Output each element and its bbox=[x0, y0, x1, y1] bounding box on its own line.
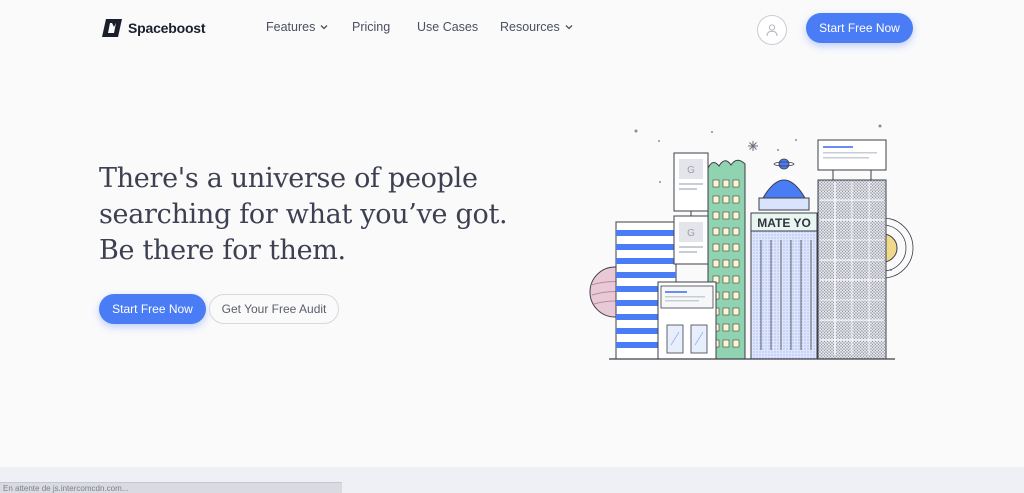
chevron-down-icon bbox=[320, 25, 328, 30]
hero-headline-line-2: searching for what you’ve got. bbox=[99, 199, 508, 230]
brand-name: Spaceboost bbox=[128, 20, 206, 36]
nav-resources-label: Resources bbox=[500, 20, 560, 34]
nav-resources[interactable]: Resources bbox=[500, 20, 573, 34]
search-card-top: G bbox=[673, 152, 709, 218]
card-letter: G bbox=[687, 228, 695, 239]
nav-pricing[interactable]: Pricing bbox=[352, 20, 390, 34]
chevron-down-icon bbox=[565, 25, 573, 30]
hero-start-free-button[interactable]: Start Free Now bbox=[99, 294, 206, 324]
spaceboost-logo-icon bbox=[102, 19, 122, 37]
building-dome: MATE YO bbox=[750, 158, 818, 360]
building-white bbox=[657, 281, 717, 360]
nav-pricing-label: Pricing bbox=[352, 20, 391, 34]
nav-use-cases-label: Use Cases bbox=[417, 20, 479, 34]
free-audit-button[interactable]: Get Your Free Audit bbox=[209, 294, 339, 324]
billboard-text: MATE YO bbox=[757, 216, 811, 230]
city-illustration: G G MATE YO bbox=[589, 124, 914, 360]
card-letter: G bbox=[687, 165, 695, 176]
nav-features-label: Features bbox=[266, 20, 316, 34]
hero-headline-line-1: There's a universe of people bbox=[99, 163, 478, 194]
building-gray bbox=[817, 139, 887, 360]
nav-use-cases[interactable]: Use Cases bbox=[417, 20, 478, 34]
sparkle-decoration bbox=[748, 141, 758, 151]
site-header: Spaceboost Features Pricing Use Cases Re… bbox=[0, 0, 1024, 56]
hero-headline-line-3: Be there for them. bbox=[99, 235, 346, 266]
account-button[interactable] bbox=[757, 15, 787, 45]
nav-features[interactable]: Features bbox=[266, 20, 328, 34]
brand-logo[interactable]: Spaceboost bbox=[101, 17, 206, 39]
search-card-middle: G bbox=[673, 215, 709, 265]
header-start-free-button[interactable]: Start Free Now bbox=[806, 13, 913, 43]
browser-status-bar: En attente de js.intercomcdn.com... bbox=[0, 482, 342, 493]
user-icon bbox=[766, 24, 778, 37]
hero-headline: There's a universe of people searching f… bbox=[99, 161, 529, 269]
